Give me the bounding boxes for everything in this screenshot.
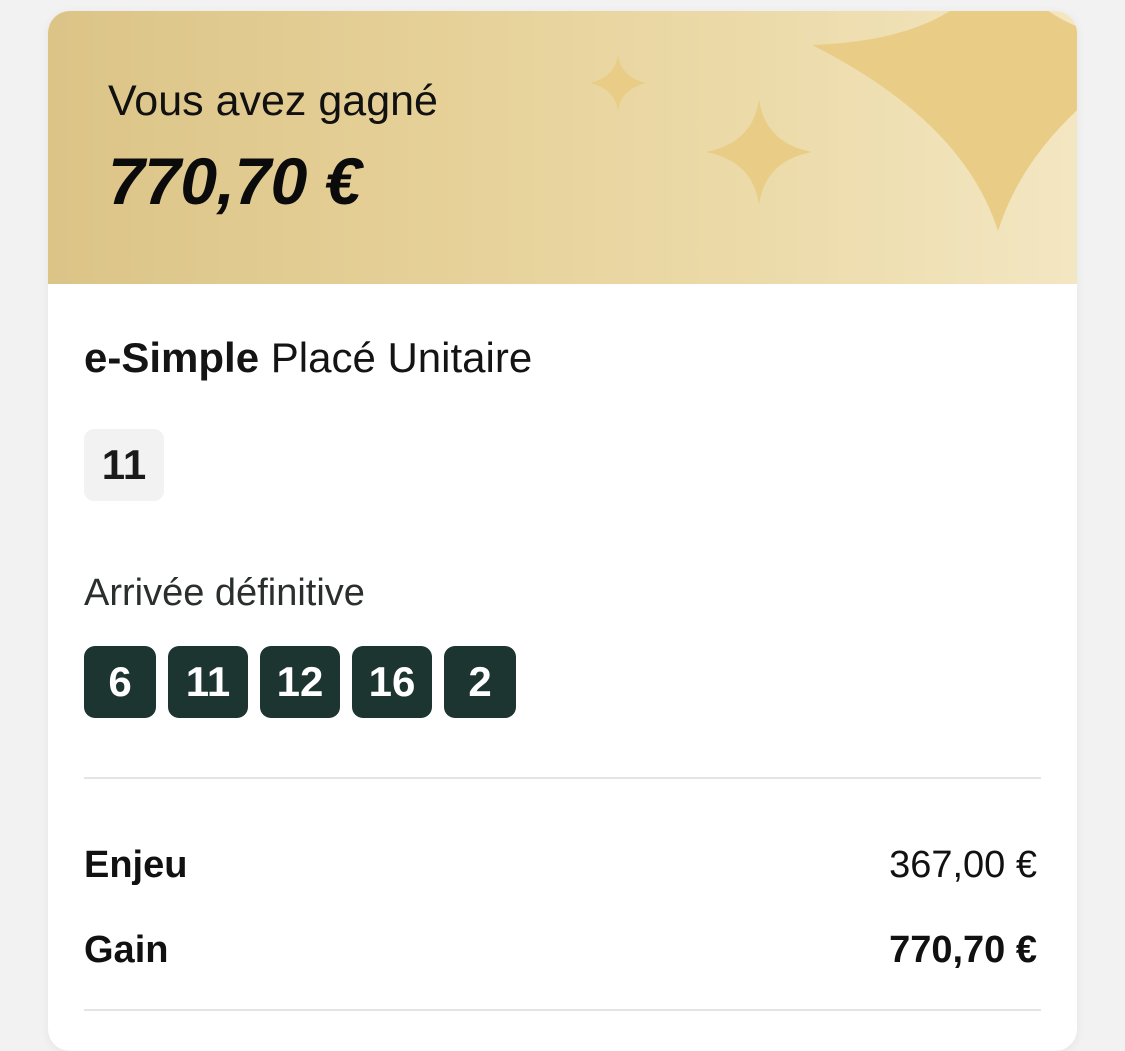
medium-sparkle-icon (706, 99, 812, 205)
arrival-numbers: 6 11 12 16 2 (84, 646, 516, 718)
arrival-chip: 11 (168, 646, 248, 718)
stake-value: 367,00 € (889, 843, 1037, 886)
arrival-chip: 6 (84, 646, 156, 718)
bet-type-name: e-Simple (84, 334, 260, 381)
stake-row: Enjeu 367,00 € (84, 840, 1041, 890)
small-sparkle-icon (590, 55, 646, 111)
gain-value: 770,70 € (889, 928, 1037, 971)
divider (84, 777, 1041, 779)
gain-label: Gain (84, 928, 169, 971)
win-amount: 770,70 € (108, 144, 361, 218)
winning-bet-card: Vous avez gagné 770,70 € e-Simple Placé … (48, 11, 1077, 1051)
win-banner: Vous avez gagné 770,70 € (48, 11, 1077, 284)
divider (84, 1009, 1041, 1011)
large-sparkle-icon (812, 11, 1077, 231)
bet-type-variant: Placé Unitaire (270, 334, 533, 381)
stake-label: Enjeu (84, 843, 188, 886)
arrival-chip: 16 (352, 646, 432, 718)
bet-type: e-Simple Placé Unitaire (84, 334, 532, 382)
win-title: Vous avez gagné (108, 77, 438, 125)
arrival-label: Arrivée définitive (84, 572, 365, 614)
arrival-chip: 2 (444, 646, 516, 718)
arrival-chip: 12 (260, 646, 340, 718)
gain-row: Gain 770,70 € (84, 925, 1041, 975)
selected-horse-chip: 11 (84, 429, 164, 501)
